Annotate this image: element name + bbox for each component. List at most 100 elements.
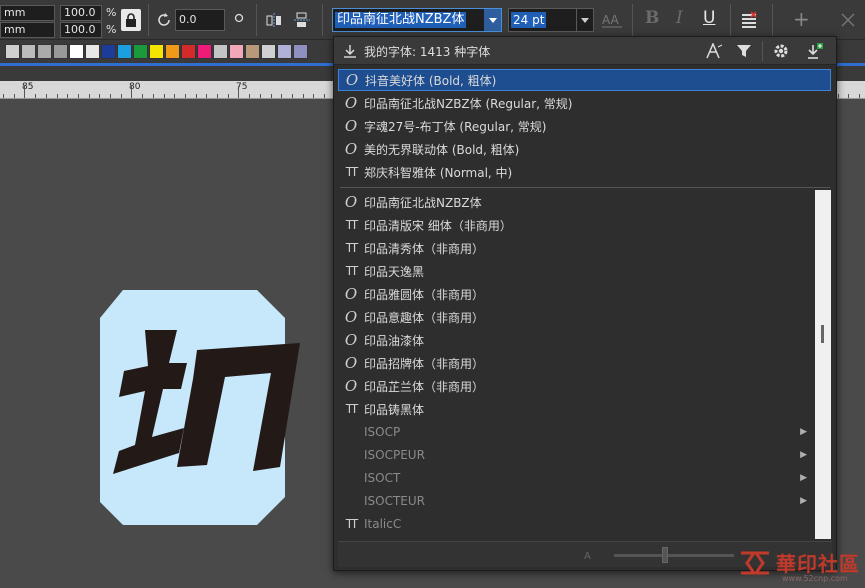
italic-button[interactable]: I	[676, 8, 683, 28]
preview-size-slider[interactable]	[614, 554, 734, 557]
font-list-item[interactable]: TT 印品清版宋 细体（非商用）	[338, 214, 831, 236]
color-swatch[interactable]	[213, 44, 228, 59]
font-name-value[interactable]: 印品南征北战NZBZ体	[335, 12, 467, 28]
font-name-label: ISOCTEUR	[364, 494, 426, 508]
scale-y-percent: %	[106, 23, 117, 36]
color-swatch[interactable]	[133, 44, 148, 59]
separator	[772, 4, 773, 36]
font-list-item[interactable]: O 印品芷兰体（非商用）	[338, 375, 831, 397]
font-list-header: 我的字体: 1413 种字体	[334, 37, 836, 65]
font-name-label: 郑庆科智雅体 (Normal, 中)	[364, 165, 513, 180]
truetype-font-icon: TT	[345, 165, 358, 179]
ruler-tick	[270, 94, 272, 98]
color-swatch[interactable]	[5, 44, 20, 59]
font-list-item[interactable]: ISOCTEUR ▶	[338, 490, 831, 512]
ruler-tick	[67, 94, 69, 98]
mirror-vertical-icon[interactable]	[292, 10, 312, 30]
add-button[interactable]: +	[793, 7, 810, 31]
font-list-item[interactable]: O 抖音美好体 (Bold, 粗体)	[338, 69, 831, 91]
opentype-font-icon: O	[344, 308, 358, 326]
font-name-label: 印品芷兰体（非商用）	[364, 379, 485, 394]
more-options-icon[interactable]	[838, 10, 858, 30]
download-font-icon[interactable]	[804, 41, 826, 61]
opentype-font-icon: O	[344, 285, 358, 303]
rotation-field[interactable]: 0.0	[175, 9, 225, 31]
ruler-tick	[249, 94, 251, 98]
font-list-item[interactable]: ISOCT ▶	[338, 467, 831, 489]
underline-button[interactable]: U	[703, 8, 715, 28]
ruler-tick	[77, 94, 79, 98]
color-swatch[interactable]	[69, 44, 84, 59]
truetype-font-icon: TT	[345, 402, 358, 416]
watermark-site: www.52cnp.com	[782, 574, 848, 583]
ruler-tick	[184, 94, 186, 98]
width-field[interactable]: mm	[0, 5, 55, 21]
color-swatch[interactable]	[53, 44, 68, 59]
ruler-tick	[238, 86, 240, 98]
bold-button[interactable]: B	[645, 8, 659, 28]
font-list-item[interactable]: ISOCPEUR ▶	[338, 444, 831, 466]
filter-icon[interactable]	[734, 42, 754, 60]
color-swatch[interactable]	[197, 44, 212, 59]
ruler-tick	[281, 94, 283, 98]
text-alignment-icon[interactable]	[738, 9, 760, 31]
ruler-tick	[324, 94, 325, 98]
font-style-icon[interactable]	[704, 42, 724, 60]
font-list-item[interactable]: O 印品油漆体	[338, 329, 831, 351]
font-list-item[interactable]: O 印品招牌体（非商用）	[338, 352, 831, 374]
truetype-font-icon: TT	[345, 218, 358, 232]
font-name-label: ISOCT	[364, 471, 401, 485]
font-list-item[interactable]: ISOCP ▶	[338, 421, 831, 443]
opentype-font-icon: O	[344, 117, 358, 135]
color-swatch[interactable]	[229, 44, 244, 59]
color-swatch[interactable]	[117, 44, 132, 59]
font-list-item[interactable]: TT 印品天逸黑	[338, 260, 831, 282]
font-list-item[interactable]: O 字魂27号-布丁体 (Regular, 常规)	[338, 115, 831, 137]
color-swatch[interactable]	[181, 44, 196, 59]
font-list-item[interactable]: O 印品意趣体（非商用）	[338, 306, 831, 328]
font-size-dropdown-button[interactable]	[576, 9, 593, 31]
mirror-horizontal-icon[interactable]	[264, 10, 284, 30]
submenu-arrow-icon: ▶	[800, 473, 807, 483]
color-swatch[interactable]	[245, 44, 260, 59]
color-swatch[interactable]	[261, 44, 276, 59]
color-swatch[interactable]	[85, 44, 100, 59]
font-preview-icon[interactable]: AA	[600, 10, 624, 30]
color-swatch[interactable]	[149, 44, 164, 59]
color-swatch[interactable]	[37, 44, 52, 59]
font-list-item[interactable]: O 美的无界联动体 (Bold, 粗体)	[338, 138, 831, 160]
scale-x-field[interactable]: 100.0	[60, 5, 102, 21]
font-name-label: ISOCP	[364, 425, 401, 439]
settings-gear-icon[interactable]	[770, 41, 792, 61]
font-name-dropdown-button[interactable]	[484, 9, 501, 31]
font-name-combobox[interactable]: 印品南征北战NZBZ体	[332, 8, 502, 32]
font-name-label: ItalicC	[364, 517, 402, 531]
preview-size-slider-thumb[interactable]	[662, 547, 668, 563]
font-list-item[interactable]: TT ItalicC	[338, 513, 831, 535]
lock-ratio-icon[interactable]	[121, 9, 141, 31]
color-swatch[interactable]	[165, 44, 180, 59]
font-list-item[interactable]: TT 郑庆科智雅体 (Normal, 中)	[338, 161, 831, 183]
font-list-item[interactable]: TT 印品铸黑体	[338, 398, 831, 420]
font-list-item[interactable]: O 印品南征北战NZBZ体 (Regular, 常规)	[338, 92, 831, 114]
scale-x-percent: %	[106, 6, 117, 19]
color-swatch[interactable]	[277, 44, 292, 59]
height-field[interactable]: mm	[0, 22, 55, 38]
scale-y-field[interactable]: 100.0	[60, 22, 102, 38]
ruler-tick	[110, 94, 111, 98]
font-size-value[interactable]: 24 pt	[511, 12, 547, 28]
font-list-item[interactable]: O 印品南征北战NZBZ体	[338, 191, 831, 213]
sort-icon[interactable]	[342, 43, 358, 59]
font-list-item[interactable]: O 印品雅圆体（非商用）	[338, 283, 831, 305]
ruler-tick	[227, 94, 229, 98]
font-size-combobox[interactable]: 24 pt	[508, 8, 594, 32]
color-swatch[interactable]	[101, 44, 116, 59]
font-name-label: 抖音美好体 (Bold, 粗体)	[365, 73, 497, 88]
color-swatch[interactable]	[21, 44, 36, 59]
color-swatch[interactable]	[293, 44, 308, 59]
font-list-item[interactable]: TT 印品清秀体（非商用）	[338, 237, 831, 259]
list-divider	[340, 187, 830, 188]
truetype-font-icon: TT	[345, 517, 358, 531]
font-list-dropdown[interactable]: 我的字体: 1413 种字体 A O 抖音美好体 (Bold, 粗体) O 印品南征北…	[333, 36, 837, 571]
submenu-arrow-icon: ▶	[800, 450, 807, 460]
